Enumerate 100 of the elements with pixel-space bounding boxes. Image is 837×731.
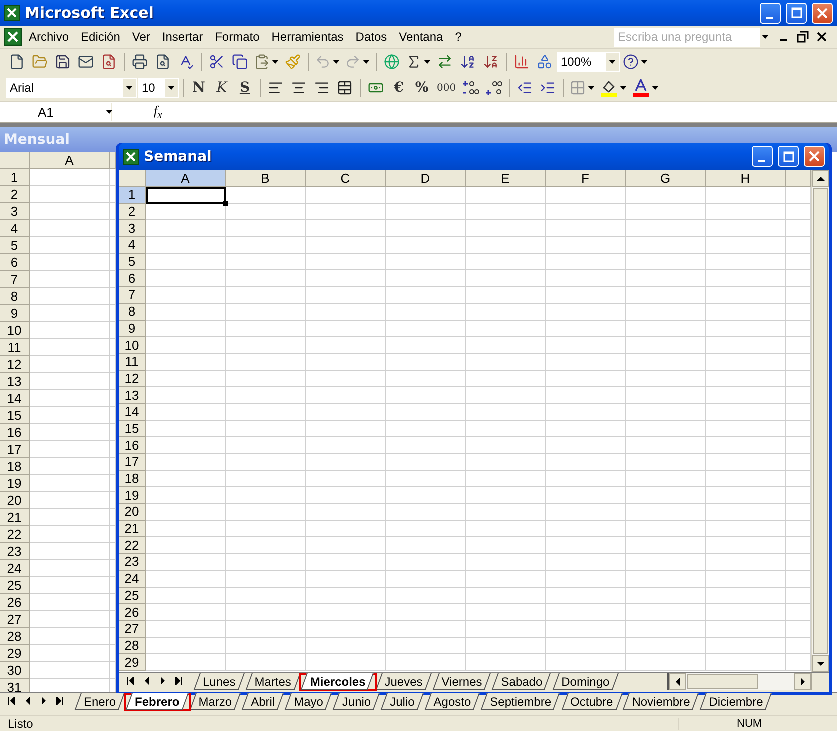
grid-cell[interactable] xyxy=(706,370,786,388)
grid-cell[interactable] xyxy=(146,454,226,471)
row-header[interactable]: 3 xyxy=(0,203,30,220)
grid-cell[interactable] xyxy=(226,370,306,388)
grid-cell[interactable] xyxy=(386,287,466,304)
grid-cell[interactable] xyxy=(706,588,786,604)
grid-cell[interactable] xyxy=(306,187,386,204)
grid-cell[interactable] xyxy=(226,187,306,204)
menu-item[interactable]: Archivo xyxy=(24,28,74,46)
grid-cell[interactable] xyxy=(30,203,110,220)
grid-cell[interactable] xyxy=(386,537,466,554)
grid-cell[interactable] xyxy=(706,420,786,438)
scroll-up-icon[interactable] xyxy=(816,174,824,182)
grid-cell[interactable] xyxy=(466,287,546,304)
grid-cell[interactable] xyxy=(30,169,110,186)
grid-cell[interactable] xyxy=(30,662,110,679)
row-header[interactable]: 16 xyxy=(0,424,30,441)
grid-cell[interactable] xyxy=(626,437,706,454)
grid-cell[interactable] xyxy=(30,611,110,628)
close-button[interactable] xyxy=(812,2,833,24)
close-icon[interactable] xyxy=(817,32,827,42)
save-icon[interactable] xyxy=(55,54,71,70)
minimize-button[interactable] xyxy=(760,2,781,24)
row-header[interactable]: 26 xyxy=(119,604,146,621)
grid-cell[interactable] xyxy=(306,420,386,438)
grid-cell[interactable] xyxy=(626,454,706,471)
grid-cell[interactable] xyxy=(626,470,706,488)
grid-cell[interactable] xyxy=(546,638,626,654)
help-icon[interactable] xyxy=(623,54,639,70)
active-cell[interactable] xyxy=(146,187,226,204)
row-header[interactable]: 26 xyxy=(0,594,30,611)
shapes-icon[interactable] xyxy=(537,54,553,70)
grid-cell[interactable] xyxy=(706,638,786,654)
grid-cell[interactable] xyxy=(546,620,626,638)
row-header[interactable]: 13 xyxy=(119,387,146,404)
grid-cell[interactable] xyxy=(626,337,706,354)
grid-cell[interactable] xyxy=(30,628,110,645)
grid-cell[interactable] xyxy=(306,504,386,521)
grid-cell[interactable] xyxy=(546,604,626,621)
print-preview-icon[interactable] xyxy=(155,54,171,70)
grid-cell[interactable] xyxy=(626,287,706,304)
grid-cell[interactable] xyxy=(30,390,110,407)
grid-cell[interactable] xyxy=(386,237,466,254)
row-header[interactable]: 4 xyxy=(0,220,30,237)
grid-cell[interactable] xyxy=(466,470,546,488)
grid-cell[interactable] xyxy=(386,337,466,354)
column-header[interactable]: F xyxy=(546,170,626,187)
grid-cell[interactable] xyxy=(30,271,110,288)
grid-cell[interactable] xyxy=(226,504,306,521)
grid-cell[interactable] xyxy=(546,387,626,404)
grid-cell[interactable] xyxy=(226,337,306,354)
font-field[interactable]: Arial xyxy=(6,78,137,98)
row-header[interactable]: 1 xyxy=(119,187,146,204)
grid-cell[interactable] xyxy=(306,354,386,371)
align-center-icon[interactable] xyxy=(291,80,307,96)
grid-cell[interactable] xyxy=(306,570,386,588)
row-header[interactable]: 18 xyxy=(119,470,146,488)
grid-cell[interactable] xyxy=(386,270,466,288)
next-sheet-icon[interactable] xyxy=(40,697,48,705)
row-header[interactable]: 14 xyxy=(119,404,146,421)
grid-cell[interactable] xyxy=(466,454,546,471)
zoom-field[interactable]: 100% xyxy=(557,52,620,72)
grid-cell[interactable] xyxy=(626,304,706,320)
percent-button[interactable]: % xyxy=(411,77,433,99)
grid-cell[interactable] xyxy=(226,470,306,488)
grid-cell[interactable] xyxy=(626,237,706,254)
scroll-left-icon[interactable] xyxy=(674,678,682,686)
maximize-button[interactable] xyxy=(778,146,799,167)
next-sheet-icon[interactable] xyxy=(159,677,167,685)
grid-cell[interactable] xyxy=(226,404,306,421)
row-header[interactable]: 25 xyxy=(119,588,146,604)
grid-cell[interactable] xyxy=(546,487,626,504)
row-header[interactable]: 20 xyxy=(0,492,30,509)
grid-cell[interactable] xyxy=(386,320,466,338)
grid-cell[interactable] xyxy=(706,537,786,554)
grid-cell[interactable] xyxy=(306,520,386,538)
row-header[interactable]: 6 xyxy=(0,254,30,271)
grid-cell[interactable] xyxy=(226,270,306,288)
grid-cell[interactable] xyxy=(30,509,110,526)
caret-icon[interactable] xyxy=(609,60,616,64)
grid-cell[interactable] xyxy=(706,337,786,354)
grid-cell[interactable] xyxy=(30,339,110,356)
clipboard-icon[interactable] xyxy=(254,54,270,70)
caret-icon[interactable] xyxy=(168,86,175,90)
grid-cell[interactable] xyxy=(226,537,306,554)
bar-chart-icon[interactable] xyxy=(514,54,530,70)
grid-cell[interactable] xyxy=(546,270,626,288)
grid-cell[interactable] xyxy=(146,654,226,671)
grid-cell[interactable] xyxy=(146,287,226,304)
grid-cell[interactable] xyxy=(706,604,786,621)
grid-cell[interactable] xyxy=(546,237,626,254)
row-header[interactable]: 8 xyxy=(0,288,30,305)
grid-cell[interactable] xyxy=(306,320,386,338)
row-header[interactable]: 28 xyxy=(119,638,146,654)
last-sheet-icon[interactable] xyxy=(56,697,64,705)
grid-cell[interactable] xyxy=(466,337,546,354)
grid-cell[interactable] xyxy=(706,204,786,220)
select-all-corner[interactable] xyxy=(0,152,30,169)
grid-cell[interactable] xyxy=(226,304,306,320)
decrease-indent-icon[interactable] xyxy=(517,80,534,96)
